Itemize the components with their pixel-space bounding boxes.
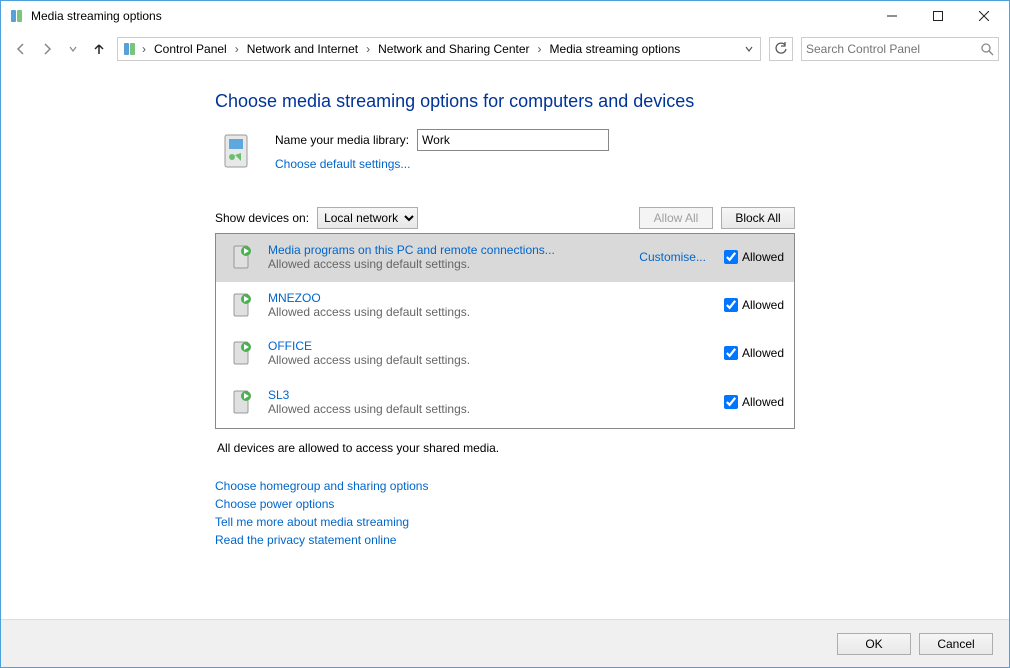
homegroup-link[interactable]: Choose homegroup and sharing options	[215, 479, 795, 493]
content-area: Choose media streaming options for compu…	[1, 67, 1009, 619]
device-icon	[226, 289, 258, 321]
block-all-button[interactable]: Block All	[721, 207, 795, 229]
device-name[interactable]: OFFICE	[268, 339, 714, 353]
allowed-checkbox[interactable]	[724, 346, 738, 360]
choose-default-settings-link[interactable]: Choose default settings...	[275, 157, 609, 171]
cancel-button[interactable]: Cancel	[919, 633, 993, 655]
close-button[interactable]	[961, 1, 1007, 31]
library-name-label: Name your media library:	[275, 133, 409, 147]
app-icon	[9, 8, 25, 24]
device-row[interactable]: MNEZOOAllowed access using default setti…	[216, 282, 794, 330]
breadcrumb-segment[interactable]: Control Panel	[148, 38, 233, 60]
allowed-checkbox-wrap[interactable]: Allowed	[724, 250, 784, 264]
window: Media streaming options	[0, 0, 1010, 668]
device-name[interactable]: MNEZOO	[268, 291, 714, 305]
nav-arrows	[11, 39, 109, 59]
allowed-checkbox[interactable]	[724, 298, 738, 312]
device-icon	[226, 386, 258, 418]
search-input[interactable]	[806, 42, 980, 56]
device-subtext: Allowed access using default settings.	[268, 353, 714, 367]
allowed-checkbox-wrap[interactable]: Allowed	[724, 346, 784, 360]
device-row[interactable]: OFFICEAllowed access using default setti…	[216, 330, 794, 378]
device-list[interactable]: Media programs on this PC and remote con…	[215, 233, 795, 429]
device-icon	[226, 337, 258, 369]
page-heading: Choose media streaming options for compu…	[215, 91, 795, 113]
window-title: Media streaming options	[31, 9, 869, 23]
device-info: SL3Allowed access using default settings…	[268, 388, 714, 416]
breadcrumb-icon	[120, 41, 140, 57]
footer: OK Cancel	[1, 619, 1009, 667]
media-library-icon	[215, 129, 259, 173]
library-name-input[interactable]	[417, 129, 609, 151]
filter-row: Show devices on: Local network Allow All…	[215, 207, 795, 229]
up-button[interactable]	[89, 39, 109, 59]
device-icon	[226, 241, 258, 273]
privacy-link[interactable]: Read the privacy statement online	[215, 533, 795, 547]
breadcrumb-segment[interactable]: Media streaming options	[544, 38, 687, 60]
ok-button[interactable]: OK	[837, 633, 911, 655]
device-name[interactable]: Media programs on this PC and remote con…	[268, 243, 629, 257]
device-name[interactable]: SL3	[268, 388, 714, 402]
toolbar: › Control Panel › Network and Internet ›…	[1, 31, 1009, 67]
chevron-right-icon[interactable]: ›	[233, 42, 241, 56]
device-info: OFFICEAllowed access using default setti…	[268, 339, 714, 367]
library-name-row: Name your media library: Choose default …	[215, 129, 795, 173]
allowed-label: Allowed	[742, 395, 784, 409]
minimize-button[interactable]	[869, 1, 915, 31]
learn-more-link[interactable]: Tell me more about media streaming	[215, 515, 795, 529]
power-options-link[interactable]: Choose power options	[215, 497, 795, 511]
allowed-checkbox[interactable]	[724, 395, 738, 409]
forward-button[interactable]	[37, 39, 57, 59]
customise-link[interactable]: Customise...	[639, 250, 706, 264]
allowed-checkbox[interactable]	[724, 250, 738, 264]
device-row[interactable]: SL3Allowed access using default settings…	[216, 378, 794, 426]
device-row[interactable]: Media programs on this PC and remote con…	[216, 234, 794, 282]
device-info: MNEZOOAllowed access using default setti…	[268, 291, 714, 319]
device-subtext: Allowed access using default settings.	[268, 402, 714, 416]
bottom-links: Choose homegroup and sharing options Cho…	[215, 479, 795, 547]
device-subtext: Allowed access using default settings.	[268, 305, 714, 319]
chevron-right-icon[interactable]: ›	[364, 42, 372, 56]
device-info: Media programs on this PC and remote con…	[268, 243, 629, 271]
breadcrumb-segment[interactable]: Network and Internet	[241, 38, 364, 60]
recent-dropdown-button[interactable]	[63, 39, 83, 59]
allow-all-button[interactable]: Allow All	[639, 207, 713, 229]
breadcrumb-segment[interactable]: Network and Sharing Center	[372, 38, 535, 60]
back-button[interactable]	[11, 39, 31, 59]
show-devices-label: Show devices on:	[215, 211, 309, 225]
chevron-down-icon[interactable]	[744, 44, 754, 54]
chevron-right-icon[interactable]: ›	[536, 42, 544, 56]
breadcrumb[interactable]: › Control Panel › Network and Internet ›…	[117, 37, 761, 61]
allowed-label: Allowed	[742, 346, 784, 360]
chevron-right-icon[interactable]: ›	[140, 42, 148, 56]
maximize-button[interactable]	[915, 1, 961, 31]
network-scope-select[interactable]: Local network	[317, 207, 418, 229]
search-box[interactable]	[801, 37, 999, 61]
allowed-label: Allowed	[742, 298, 784, 312]
allowed-checkbox-wrap[interactable]: Allowed	[724, 395, 784, 409]
titlebar: Media streaming options	[1, 1, 1009, 31]
device-subtext: Allowed access using default settings.	[268, 257, 629, 271]
allowed-label: Allowed	[742, 250, 784, 264]
search-icon[interactable]	[980, 42, 994, 56]
refresh-button[interactable]	[769, 37, 793, 61]
allowed-checkbox-wrap[interactable]: Allowed	[724, 298, 784, 312]
status-line: All devices are allowed to access your s…	[215, 441, 795, 455]
